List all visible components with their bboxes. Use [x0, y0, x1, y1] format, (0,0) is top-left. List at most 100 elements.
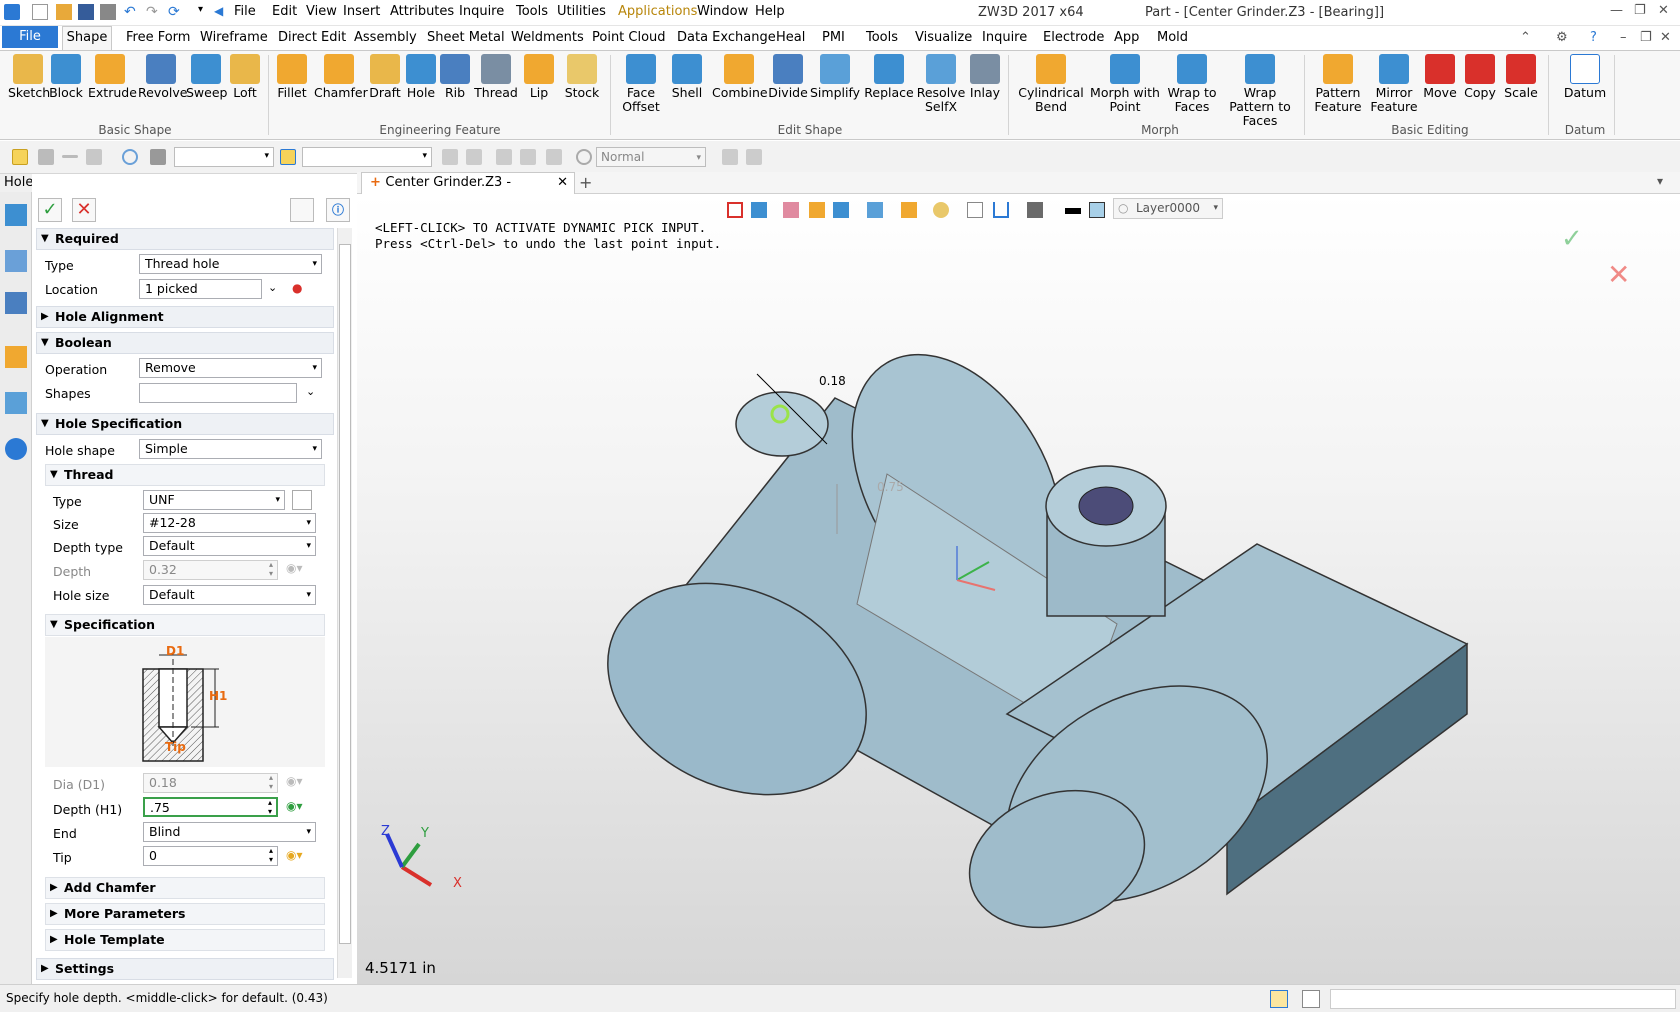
type-select[interactable]: Thread hole ▾ [139, 254, 322, 274]
tab-mold[interactable]: Mold [1157, 29, 1188, 46]
pattern-feature-button[interactable]: Pattern Feature [1310, 54, 1366, 114]
section-specification[interactable]: ▼ Specification [45, 614, 325, 636]
scrollbar-thumb[interactable] [339, 244, 351, 944]
fillet-button[interactable]: Fillet [274, 54, 310, 100]
section-thread[interactable]: ▼ Thread [45, 464, 325, 486]
expand-icon[interactable]: ⌄ [268, 281, 277, 294]
thread-size-select[interactable]: #12-28 ▾ [143, 513, 316, 533]
image-manager-icon[interactable] [5, 392, 27, 414]
combine-button[interactable]: Combine [712, 54, 768, 100]
tab-pmi[interactable]: PMI [822, 29, 845, 46]
status-view-icon[interactable] [1270, 990, 1288, 1008]
close-doc-tab-icon[interactable]: ✕ [557, 173, 568, 193]
settings-gear-icon[interactable]: ⚙ [1556, 30, 1568, 45]
tab-inquire[interactable]: Inquire [982, 29, 1027, 46]
tab-electrode[interactable]: Electrode [1043, 29, 1104, 46]
gear-small-icon[interactable] [746, 149, 762, 165]
rib-button[interactable]: Rib [440, 54, 470, 100]
remove-icon[interactable] [62, 155, 78, 158]
loft-button[interactable]: Loft [228, 54, 262, 100]
view-mode-icon[interactable] [576, 149, 592, 165]
filter-icon[interactable] [150, 149, 166, 165]
menu-utilities[interactable]: Utilities [557, 4, 606, 19]
menu-applications[interactable]: Applications [618, 4, 697, 19]
section-boolean[interactable]: ▼ Boolean [36, 332, 334, 354]
tab-point-cloud[interactable]: Point Cloud [592, 29, 666, 46]
snap-icon[interactable] [280, 149, 296, 165]
menu-edit[interactable]: Edit [272, 4, 297, 19]
extrude-button[interactable]: Extrude [88, 54, 137, 100]
part-library-icon[interactable] [5, 346, 27, 368]
command-input[interactable] [1330, 989, 1676, 1009]
wrap-to-faces-button[interactable]: Wrap to Faces [1164, 54, 1220, 114]
align-icon[interactable] [442, 149, 458, 165]
sketch-button[interactable]: Sketch [8, 54, 50, 100]
simplify-button[interactable]: Simplify [810, 54, 860, 100]
new-tab-icon[interactable]: + [579, 173, 592, 192]
cancel-button[interactable]: ✕ [72, 198, 96, 222]
status-list-icon[interactable] [1302, 990, 1320, 1008]
draft-button[interactable]: Draft [368, 54, 402, 100]
tip-measure-icon[interactable]: ◉▾ [286, 848, 303, 862]
ok-button[interactable]: ✓ [38, 198, 62, 222]
thread-type-select[interactable]: UNF ▾ [143, 490, 285, 510]
user-icon[interactable] [5, 438, 27, 460]
new-file-icon[interactable] [32, 4, 48, 20]
tab-direct-edit[interactable]: Direct Edit [278, 29, 346, 46]
chamfer-button[interactable]: Chamfer [314, 54, 368, 100]
menu-attributes[interactable]: Attributes [390, 4, 454, 19]
tab-file[interactable]: File [2, 26, 58, 48]
hole-button[interactable]: Hole [404, 54, 438, 100]
lip-button[interactable]: Lip [522, 54, 556, 100]
datum-button[interactable]: Datum [1562, 54, 1608, 100]
pick-point-icon[interactable] [722, 149, 738, 165]
cylindrical-bend-button[interactable]: Cylindrical Bend [1016, 54, 1086, 114]
eraser-icon[interactable] [290, 198, 314, 222]
tab-wireframe[interactable]: Wireframe [200, 29, 268, 46]
section-settings[interactable]: ▶ Settings [36, 958, 334, 980]
operation-select[interactable]: Remove ▾ [139, 358, 322, 378]
hole-shape-select[interactable]: Simple ▾ [139, 439, 322, 459]
tab-visualize[interactable]: Visualize [915, 29, 972, 46]
distribute-icon[interactable] [466, 149, 482, 165]
shapes-expand-icon[interactable]: ⌄ [306, 385, 315, 398]
scale-button[interactable]: Scale [1502, 54, 1540, 100]
tab-weldments[interactable]: Weldments [511, 29, 584, 46]
section-hole-specification[interactable]: ▼ Hole Specification [36, 413, 334, 435]
menu-help[interactable]: Help [755, 4, 785, 19]
feature-manager-icon[interactable] [5, 204, 27, 226]
back-icon[interactable]: ◀ [214, 4, 230, 20]
snap-combo[interactable]: ▾ [302, 147, 432, 167]
filter-combo[interactable]: ▾ [174, 147, 274, 167]
tab-app[interactable]: App [1114, 29, 1139, 46]
thread-table-icon[interactable] [292, 490, 312, 510]
close-icon[interactable]: ✕ [1658, 3, 1669, 18]
doc-close-icon[interactable]: ✕ [1660, 30, 1671, 45]
pick-location-icon[interactable]: ● [292, 281, 302, 295]
depth-type-select[interactable]: Default ▾ [143, 536, 316, 556]
tab-heal[interactable]: Heal [776, 29, 805, 46]
save-icon[interactable] [78, 4, 94, 20]
depth-measure-icon[interactable]: ◉▾ [286, 799, 303, 813]
open-file-icon[interactable] [56, 4, 72, 20]
move-button[interactable]: Move [1422, 54, 1458, 100]
tab-data-exchange[interactable]: Data Exchange [677, 29, 776, 46]
restore-icon[interactable]: ❐ [1634, 3, 1646, 18]
doc-minimize-icon[interactable]: – [1620, 30, 1627, 45]
undo-icon[interactable]: ↶ [124, 4, 140, 20]
collapse-ribbon-icon[interactable]: ⌃ [1520, 30, 1531, 45]
menu-window[interactable]: Window [697, 4, 748, 19]
depth-h1-input[interactable]: .75 ▴ ▾ [143, 797, 278, 817]
shapes-input[interactable] [139, 383, 297, 403]
menu-tools[interactable]: Tools [516, 4, 548, 19]
tab-tools[interactable]: Tools [866, 29, 898, 46]
location-input[interactable]: 1 picked [139, 279, 262, 299]
section-more-parameters[interactable]: ▶ More Parameters [45, 903, 325, 925]
assembly-tree-icon[interactable] [5, 292, 27, 314]
copy-button[interactable]: Copy [1462, 54, 1498, 100]
select-arrow-icon[interactable] [12, 149, 28, 165]
tip-input[interactable]: 0 ▴ ▾ [143, 846, 278, 866]
block-button[interactable]: Block [48, 54, 84, 100]
resolve-selfx-button[interactable]: Resolve SelfX [916, 54, 966, 114]
tab-shape[interactable]: Shape [62, 26, 112, 50]
